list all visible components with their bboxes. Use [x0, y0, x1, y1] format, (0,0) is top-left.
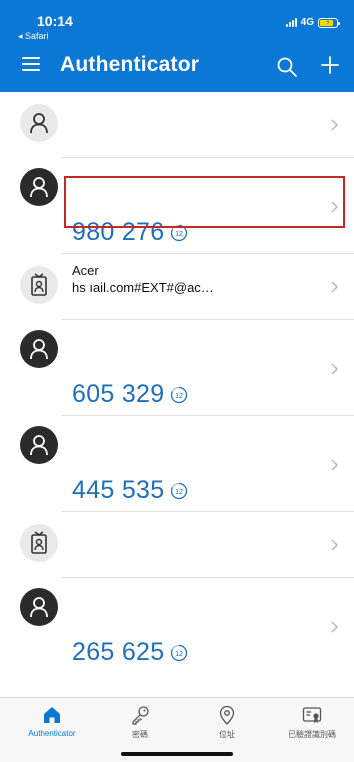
countdown-timer-icon: 12	[171, 482, 188, 499]
otp-code[interactable]: 980 276	[72, 220, 164, 245]
account-avatar	[20, 104, 58, 142]
account-row[interactable]: 980 276 12	[0, 158, 354, 254]
account-row[interactable]: 265 625 12	[0, 578, 354, 674]
otp-code-group: 445 535 12	[72, 478, 188, 503]
battery-icon: ⚡	[318, 17, 340, 28]
otp-code-group: 605 329 12	[72, 382, 188, 407]
person-icon	[30, 339, 48, 360]
countdown-timer-icon: 12	[171, 224, 188, 241]
tab-authenticator[interactable]: Authenticator	[8, 704, 96, 738]
chevron-right-icon	[331, 539, 338, 551]
otp-code-group: 980 276 12	[72, 220, 188, 245]
otp-code-group: 265 625 12	[72, 640, 188, 665]
account-row[interactable]	[0, 512, 354, 578]
tab-label: Authenticator	[28, 729, 76, 738]
status-time: 10:14	[37, 13, 73, 29]
home-icon	[44, 707, 60, 723]
key-icon	[132, 706, 149, 725]
search-icon[interactable]	[276, 56, 298, 78]
timer-seconds: 12	[176, 651, 184, 658]
account-avatar	[20, 426, 58, 464]
page-title: Authenticator	[60, 53, 200, 76]
chevron-right-icon	[331, 621, 338, 633]
timer-seconds: 12	[176, 489, 184, 496]
app-header: 10:14 ◂ Safari 4G ⚡ Authenticator	[0, 0, 354, 92]
otp-code[interactable]: 445 535	[72, 478, 164, 503]
account-avatar	[20, 524, 58, 562]
chevron-right-icon	[331, 459, 338, 471]
tab-label: 位址	[219, 730, 235, 739]
account-username: hs ıail.com#EXT#@ac…	[72, 280, 214, 295]
otp-code[interactable]: 605 329	[72, 382, 164, 407]
tab-label: 已驗證識別碼	[288, 730, 336, 739]
countdown-timer-icon: 12	[171, 386, 188, 403]
verified-id-card-icon	[302, 707, 322, 723]
signal-strength-icon	[285, 18, 297, 27]
account-avatar	[20, 266, 58, 304]
account-row[interactable]	[0, 92, 354, 158]
person-icon	[30, 113, 48, 134]
tab-addresses[interactable]: 位址	[183, 704, 271, 740]
chevron-right-icon	[331, 119, 338, 131]
person-icon	[30, 435, 48, 456]
hamburger-menu-icon[interactable]	[22, 57, 40, 71]
person-icon	[30, 177, 48, 198]
chevron-right-icon	[331, 281, 338, 293]
account-row[interactable]: 605 329 12	[0, 320, 354, 416]
account-issuer: Acer	[72, 263, 99, 278]
account-avatar	[20, 588, 58, 626]
otp-code[interactable]: 265 625	[72, 640, 164, 665]
tab-passwords[interactable]: 密碼	[96, 704, 184, 740]
back-to-safari-link[interactable]: ◂ Safari	[18, 31, 49, 42]
countdown-timer-icon: 12	[171, 644, 188, 661]
location-pin-icon	[219, 705, 235, 725]
status-indicators: 4G ⚡	[285, 17, 340, 28]
timer-seconds: 12	[176, 231, 184, 238]
person-icon	[30, 597, 48, 618]
chevron-right-icon	[331, 363, 338, 375]
id-badge-icon	[31, 531, 47, 554]
id-badge-icon	[31, 273, 47, 296]
home-indicator	[121, 752, 233, 756]
tab-label: 密碼	[132, 730, 148, 739]
account-row[interactable]: 445 535 12	[0, 416, 354, 512]
chevron-right-icon	[331, 201, 338, 213]
authenticator-app: 10:14 ◂ Safari 4G ⚡ Authenticator 980 27…	[0, 0, 354, 762]
account-list: 980 276 12 Acer hs ıail.com#EXT#@ac… 605…	[0, 92, 354, 674]
tab-verified-ids[interactable]: 已驗證識別碼	[268, 704, 354, 740]
network-type: 4G	[300, 17, 314, 28]
account-avatar	[20, 330, 58, 368]
account-row[interactable]: Acer hs ıail.com#EXT#@ac…	[0, 254, 354, 320]
plus-icon[interactable]	[320, 55, 340, 75]
account-avatar	[20, 168, 58, 206]
timer-seconds: 12	[176, 393, 184, 400]
